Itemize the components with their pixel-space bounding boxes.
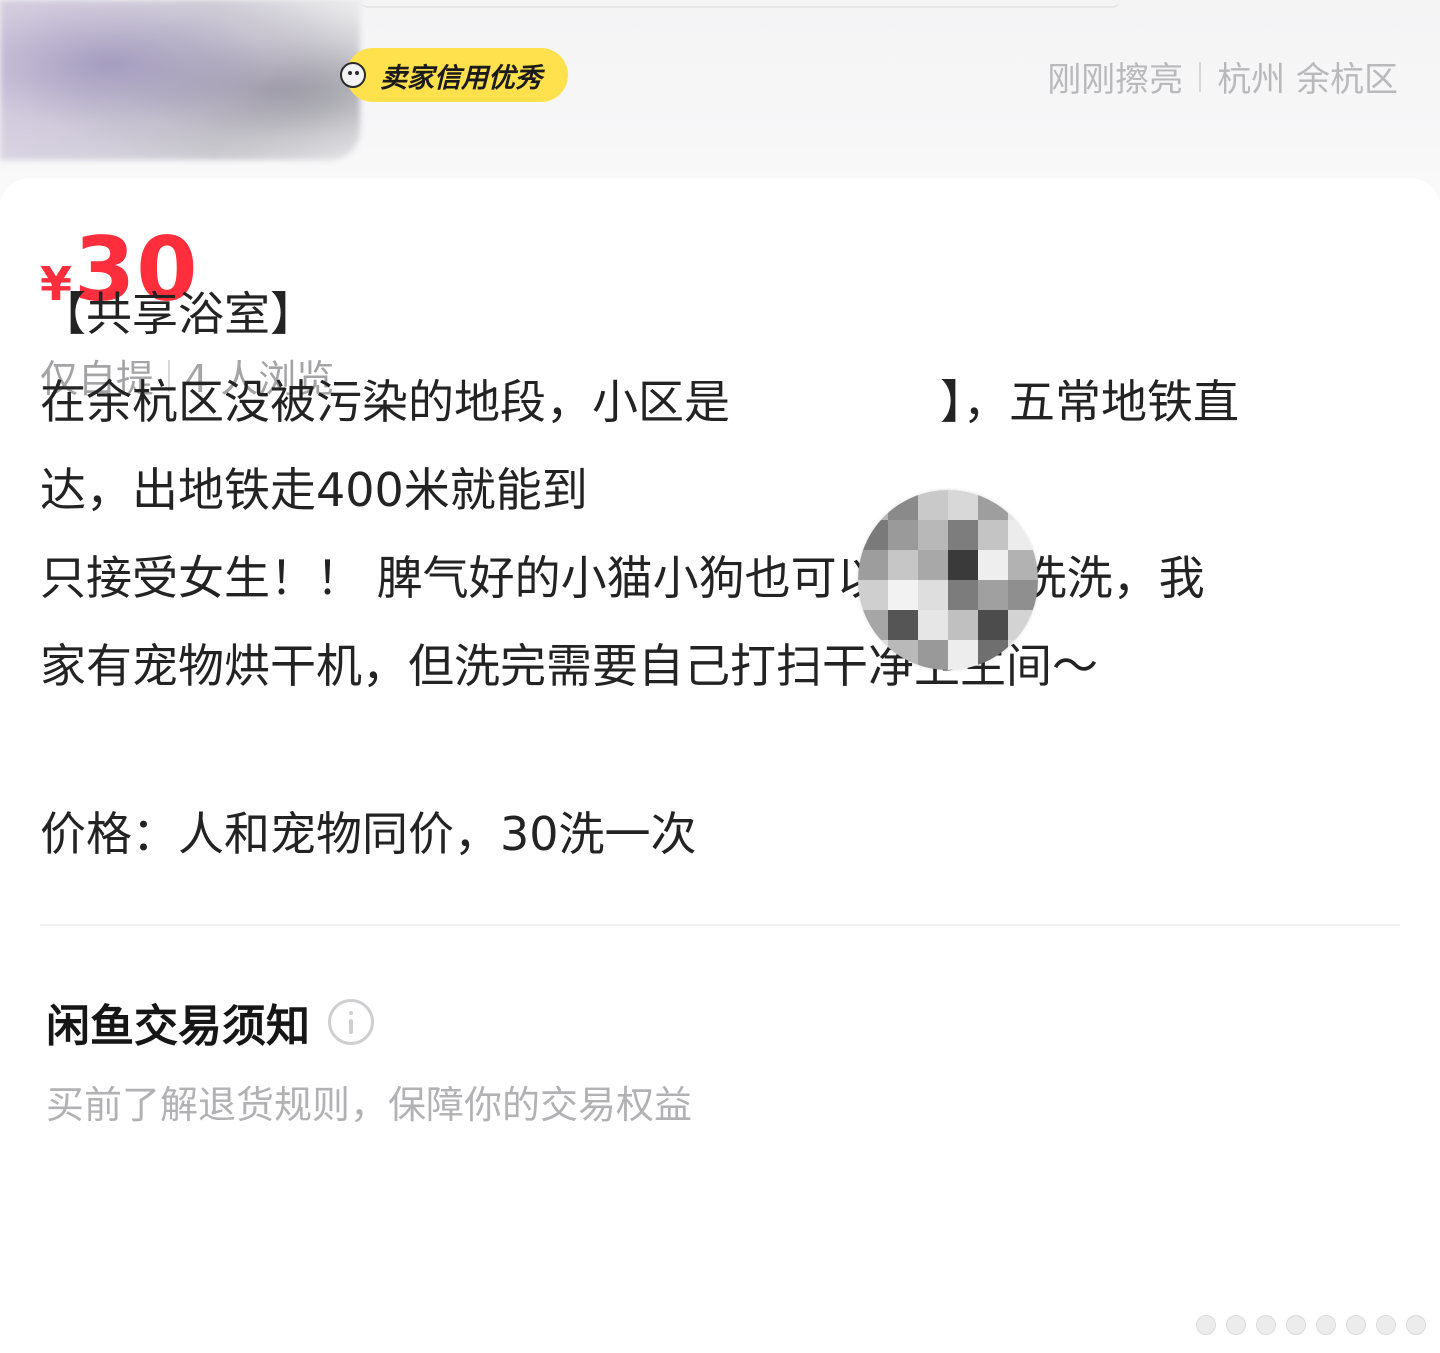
description-title: 【共享浴室】: [40, 287, 316, 341]
listing-description: 【共享浴室】 在余杭区没被污染的地段，小区是 】，五常地铁直 达，出地铁走400米…: [40, 270, 1400, 878]
section-divider: [40, 924, 1400, 926]
description-line: 家有宠物烘干机，但洗完需要自己打扫干净卫生间～: [40, 639, 1098, 693]
trade-notice-title: 闲鱼交易须知: [46, 1001, 310, 1052]
pixelated-redaction: [858, 490, 1038, 670]
seller-location: 杭州 余杭区: [1217, 60, 1398, 100]
trade-notice-header[interactable]: 闲鱼交易须知: [46, 990, 374, 1054]
listing-status-meta: 刚刚擦亮 杭州 余杭区: [1047, 52, 1398, 101]
watermark-dots: [1196, 1315, 1426, 1335]
credit-badge-label: 卖家信用优秀: [380, 62, 542, 94]
header-divider: [360, 0, 1120, 8]
info-icon[interactable]: [328, 999, 374, 1045]
description-text: 】，五常地铁直: [940, 375, 1239, 429]
fish-mascot-icon: [340, 62, 366, 88]
seller-avatar[interactable]: [0, 0, 360, 160]
seller-credit-badge[interactable]: 卖家信用优秀: [340, 48, 568, 102]
meta-separator: [1199, 61, 1202, 92]
description-line: 在余杭区没被污染的地段，小区是 】，五常地铁直: [40, 358, 1400, 446]
seller-header: 卖家信用优秀 刚刚擦亮 杭州 余杭区: [0, 0, 1440, 200]
description-line: 只接受女生！！ 脾气好的小猫小狗也可以来我家洗洗，我: [40, 551, 1205, 605]
description-line: 达，出地铁走400米就能到: [40, 463, 588, 517]
description-text: 在余杭区没被污染的地段，小区是: [40, 375, 730, 429]
price-note-line: 价格：人和宠物同价，30洗一次: [40, 807, 697, 861]
description-blank-line: [40, 710, 1400, 790]
trade-notice-subtitle[interactable]: 买前了解退货规则，保障你的交易权益: [46, 1074, 692, 1129]
refresh-status: 刚刚擦亮: [1047, 60, 1184, 100]
